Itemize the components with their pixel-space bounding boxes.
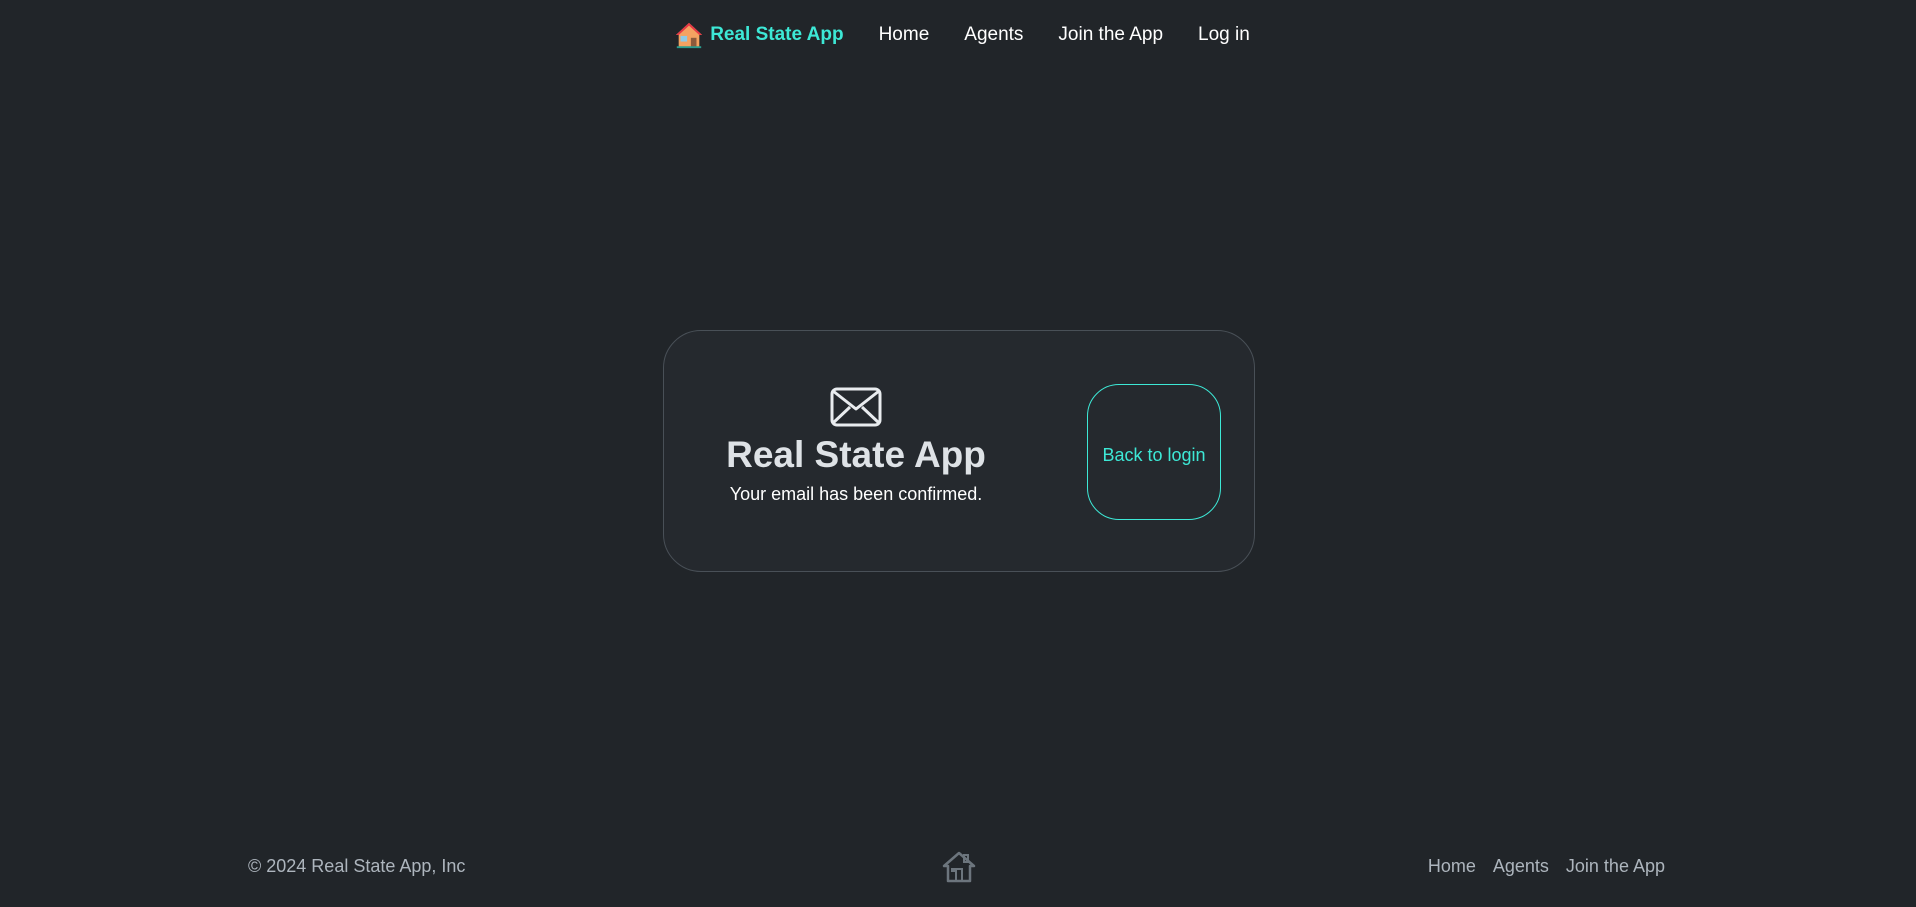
brand-link[interactable]: Real State App bbox=[674, 20, 844, 50]
copyright-text: © 2024 Real State App, Inc bbox=[248, 856, 466, 876]
card-body: Real State App Your email has been confi… bbox=[726, 387, 986, 505]
footer: © 2024 Real State App, Inc Home Agents J… bbox=[0, 840, 1916, 890]
brand-label: Real State App bbox=[710, 24, 844, 45]
nav-link-agents[interactable]: Agents bbox=[964, 24, 1023, 46]
footer-links: Home Agents Join the App bbox=[1428, 856, 1665, 877]
back-to-login-button[interactable]: Back to login bbox=[1087, 384, 1221, 520]
card-title: Real State App bbox=[726, 434, 986, 475]
footer-link-join-the-app[interactable]: Join the App bbox=[1566, 856, 1665, 877]
footer-link-home[interactable]: Home bbox=[1428, 856, 1476, 877]
nav-link-log-in[interactable]: Log in bbox=[1198, 24, 1250, 46]
navbar-inner: Real State App Home Agents Join the App … bbox=[674, 20, 1250, 50]
page: Real State App Home Agents Join the App … bbox=[0, 0, 1916, 907]
top-navbar: Real State App Home Agents Join the App … bbox=[0, 0, 1916, 70]
confirmation-message: Your email has been confirmed. bbox=[729, 484, 983, 504]
envelope-icon bbox=[830, 387, 882, 427]
house-icon bbox=[676, 22, 703, 49]
house-icon[interactable] bbox=[941, 849, 977, 885]
footer-link-agents[interactable]: Agents bbox=[1493, 856, 1549, 877]
confirmation-card: Real State App Your email has been confi… bbox=[663, 330, 1255, 572]
nav-link-home[interactable]: Home bbox=[879, 24, 930, 46]
nav-link-join-the-app[interactable]: Join the App bbox=[1058, 24, 1163, 46]
